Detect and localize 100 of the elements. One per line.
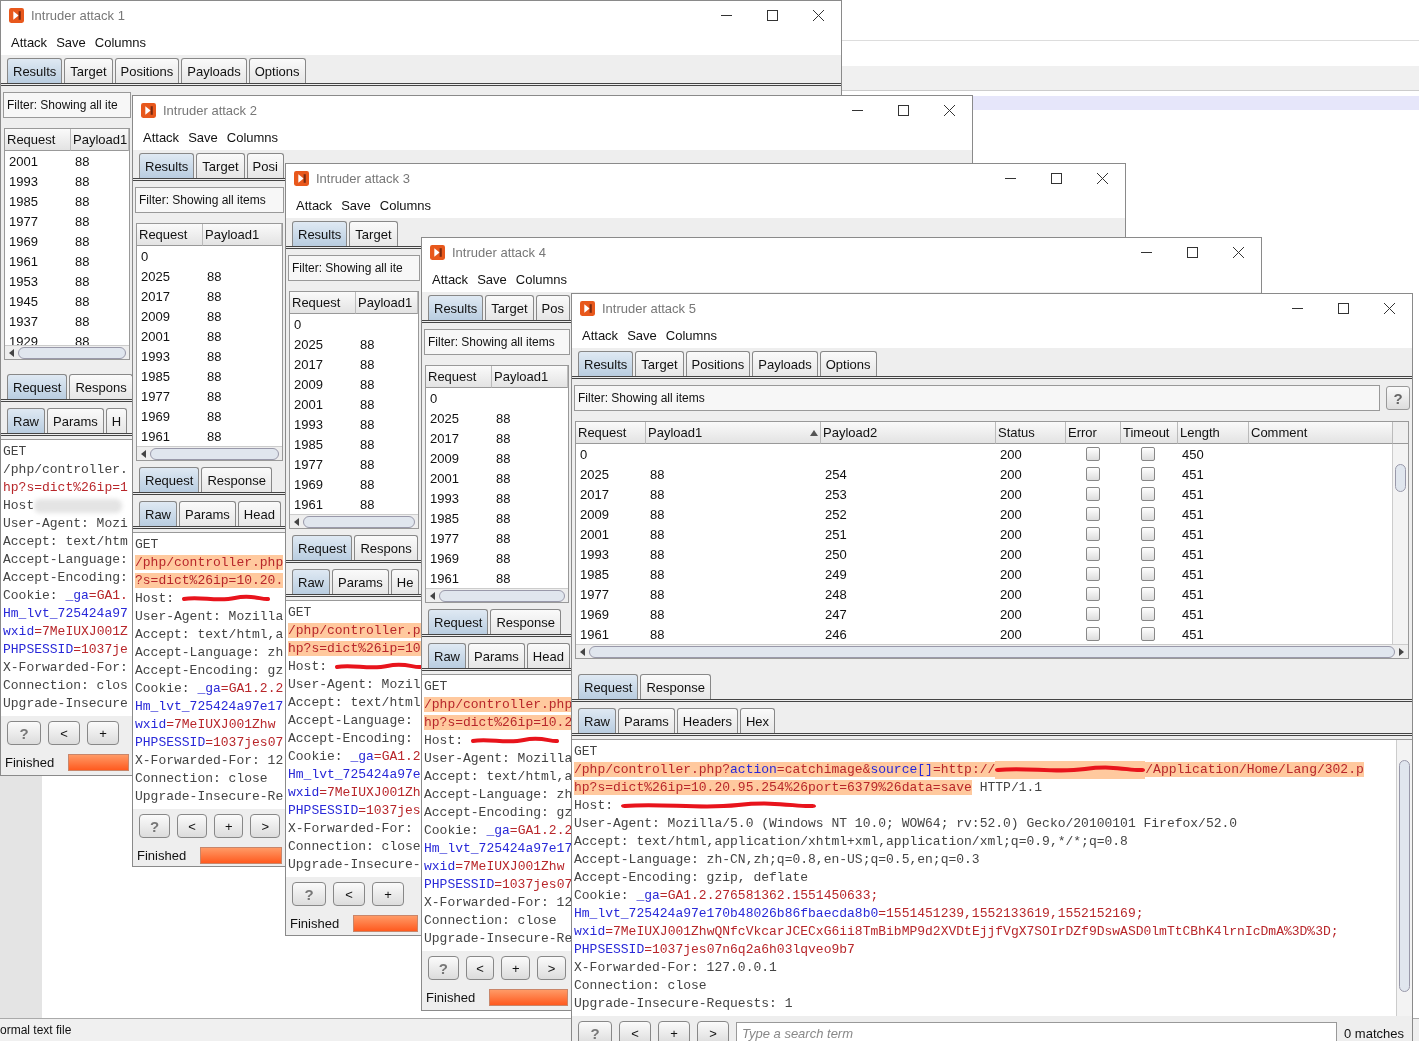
- scroll-left-icon[interactable]: [579, 647, 587, 656]
- filter-bar[interactable]: Filter: Showing all items: [574, 385, 1380, 411]
- tab[interactable]: Params: [179, 501, 236, 526]
- tab[interactable]: Raw: [428, 643, 466, 668]
- menu-item[interactable]: Attack: [582, 327, 619, 343]
- tab[interactable]: Params: [332, 569, 389, 594]
- editor-button[interactable]: <: [619, 1021, 651, 1041]
- editor-button[interactable]: +: [372, 882, 404, 906]
- column-header[interactable]: Status: [996, 422, 1066, 444]
- tab[interactable]: Raw: [7, 408, 45, 433]
- request-editor[interactable]: [1, 439, 133, 716]
- scroll-left-icon[interactable]: [140, 449, 148, 458]
- scroll-left-icon[interactable]: [293, 517, 301, 526]
- request-editor[interactable]: [422, 674, 572, 951]
- checkbox[interactable]: [1086, 507, 1100, 521]
- checkbox[interactable]: [1086, 447, 1100, 461]
- tab[interactable]: Params: [468, 643, 525, 668]
- request-editor[interactable]: [572, 739, 1412, 1016]
- tab[interactable]: Target: [635, 351, 684, 376]
- tab[interactable]: Raw: [292, 569, 330, 594]
- column-header[interactable]: Error: [1066, 422, 1121, 444]
- horizontal-scrollbar[interactable]: [137, 446, 282, 460]
- menu-item[interactable]: Save: [56, 34, 86, 50]
- vertical-scrollbar[interactable]: [1396, 740, 1412, 1016]
- column-header[interactable]: Payload1: [203, 224, 282, 246]
- column-header[interactable]: Request: [576, 422, 646, 444]
- maximize-icon[interactable]: [897, 104, 909, 116]
- editor-button[interactable]: +: [87, 721, 119, 745]
- request-editor[interactable]: [133, 532, 286, 809]
- tab[interactable]: Request: [428, 609, 489, 634]
- checkbox[interactable]: [1141, 607, 1155, 621]
- editor-button[interactable]: >: [250, 814, 280, 838]
- column-header[interactable]: Payload1: [356, 292, 418, 314]
- tab[interactable]: H: [105, 408, 128, 433]
- column-header[interactable]: Payload1: [71, 129, 129, 151]
- maximize-icon[interactable]: [1186, 246, 1198, 258]
- filter-bar[interactable]: Filter: Showing all items: [135, 187, 284, 213]
- column-header[interactable]: Length: [1178, 422, 1249, 444]
- editor-button[interactable]: ?: [428, 956, 459, 980]
- menu-item[interactable]: Save: [341, 197, 371, 213]
- checkbox[interactable]: [1086, 627, 1100, 641]
- menu-item[interactable]: Save: [627, 327, 657, 343]
- tab[interactable]: Request: [292, 535, 353, 560]
- checkbox[interactable]: [1141, 507, 1155, 521]
- tab[interactable]: Request: [139, 467, 200, 492]
- maximize-icon[interactable]: [1050, 172, 1062, 184]
- checkbox[interactable]: [1141, 447, 1155, 461]
- checkbox[interactable]: [1141, 627, 1155, 641]
- close-icon[interactable]: [1096, 172, 1108, 184]
- checkbox[interactable]: [1141, 567, 1155, 581]
- tab[interactable]: Hex: [739, 708, 776, 733]
- column-header[interactable]: Request: [426, 366, 492, 388]
- column-header[interactable]: Comment: [1249, 422, 1393, 444]
- menu-item[interactable]: Columns: [226, 129, 279, 145]
- checkbox[interactable]: [1086, 467, 1100, 481]
- scroll-left-icon[interactable]: [429, 591, 437, 600]
- checkbox[interactable]: [1141, 487, 1155, 501]
- editor-button[interactable]: ?: [578, 1021, 612, 1041]
- tab[interactable]: Respons: [69, 374, 133, 399]
- tab[interactable]: Options: [248, 58, 306, 83]
- menu-item[interactable]: Attack: [432, 271, 469, 287]
- column-header[interactable]: Payload1: [492, 366, 568, 388]
- close-icon[interactable]: [943, 104, 955, 116]
- tab[interactable]: Results: [578, 351, 634, 376]
- tab[interactable]: Params: [47, 408, 104, 433]
- scroll-left-icon[interactable]: [8, 348, 16, 357]
- menu-item[interactable]: Attack: [143, 129, 180, 145]
- checkbox[interactable]: [1141, 587, 1155, 601]
- tab[interactable]: Raw: [578, 708, 616, 733]
- horizontal-scrollbar[interactable]: [5, 345, 129, 359]
- filter-bar[interactable]: Filter: Showing all ite: [3, 92, 131, 118]
- tab[interactable]: Results: [139, 153, 195, 178]
- checkbox[interactable]: [1141, 547, 1155, 561]
- close-icon[interactable]: [812, 9, 824, 21]
- tab[interactable]: Pos: [535, 295, 570, 320]
- tab[interactable]: Request: [7, 374, 68, 399]
- search-field[interactable]: Type a search term: [736, 1022, 1337, 1041]
- checkbox[interactable]: [1086, 607, 1100, 621]
- horizontal-scrollbar[interactable]: [290, 514, 418, 528]
- editor-button[interactable]: <: [465, 956, 495, 980]
- tab[interactable]: Target: [196, 153, 245, 178]
- tab[interactable]: Target: [485, 295, 534, 320]
- scroll-thumb[interactable]: [439, 589, 565, 602]
- scroll-thumb[interactable]: [150, 447, 279, 460]
- tab[interactable]: Params: [618, 708, 675, 733]
- tab[interactable]: He: [390, 569, 420, 594]
- column-header[interactable]: Request: [137, 224, 203, 246]
- tab[interactable]: Head: [237, 501, 281, 526]
- editor-button[interactable]: <: [48, 721, 80, 745]
- tab[interactable]: Results: [292, 221, 348, 246]
- tab[interactable]: Payloads: [752, 351, 818, 376]
- filter-bar[interactable]: Filter: Showing all ite: [288, 255, 420, 281]
- checkbox[interactable]: [1086, 567, 1100, 581]
- menu-item[interactable]: Save: [188, 129, 218, 145]
- tab[interactable]: Raw: [139, 501, 177, 526]
- tab[interactable]: Target: [64, 58, 113, 83]
- column-header[interactable]: Request: [5, 129, 71, 151]
- tab[interactable]: Payloads: [181, 58, 247, 83]
- scroll-thumb[interactable]: [303, 515, 415, 528]
- menu-item[interactable]: Columns: [379, 197, 432, 213]
